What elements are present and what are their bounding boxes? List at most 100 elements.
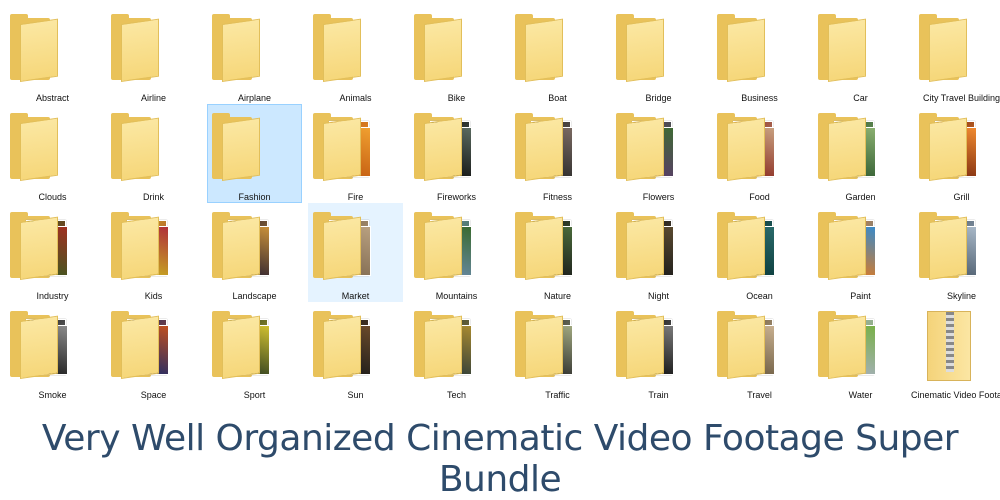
folder-icon [818,212,876,280]
folder-icon [616,212,674,280]
folder-icon [414,113,472,181]
folder-icon [414,311,472,379]
folder-item[interactable]: Mountains [409,203,504,302]
folder-item[interactable]: Travel [712,302,807,401]
folder-item[interactable]: Bridge [611,5,706,104]
folder-item[interactable]: Sport [207,302,302,401]
folder-label: Clouds [38,192,67,202]
folder-item[interactable]: Industry [5,203,100,302]
folder-icon [515,113,573,181]
folder-icon [313,212,371,280]
folder-icon [616,14,672,83]
folder-icon [212,311,270,379]
folder-label: Landscape [232,291,277,301]
folder-item[interactable]: Flowers [611,104,706,203]
folder-icon [515,14,571,83]
folder-icon [818,113,876,181]
folder-icon [414,14,470,83]
folder-label: Night [647,291,669,301]
folder-item[interactable]: Fireworks [409,104,504,203]
folder-item[interactable]: Airline [106,5,201,104]
folder-icon [616,311,674,379]
folder-icon [10,14,66,83]
folder-label: Animals [339,93,372,103]
zip-archive-icon [927,311,971,381]
folder-label: Industry [36,291,69,301]
folder-label: Grill [953,192,970,202]
folder-label: Garden [845,192,876,202]
folder-item[interactable]: Market [308,203,403,302]
folder-item[interactable]: Train [611,302,706,401]
folder-item[interactable]: Night [611,203,706,302]
folder-item[interactable]: Smoke [5,302,100,401]
folder-label: Fire [347,192,364,202]
folder-item[interactable]: Ocean [712,203,807,302]
folder-item[interactable]: City Travel Building [914,5,1000,104]
folder-item[interactable]: Traffic [510,302,605,401]
folder-item[interactable]: Water [813,302,908,401]
folder-icon [10,113,66,181]
folder-label: Traffic [545,390,570,400]
folder-label: Fitness [542,192,572,202]
folder-icon [818,311,876,379]
folder-item[interactable]: Business [712,5,807,104]
folder-icon [414,212,472,280]
folder-item[interactable]: Car [813,5,908,104]
folder-icon [717,14,773,83]
folder-icon [111,212,169,280]
folder-item[interactable]: Drink [106,104,201,203]
folder-item[interactable]: Fashion [207,104,302,203]
folder-label: Train [648,390,669,400]
folder-item[interactable]: Sun [308,302,403,401]
folder-label: Flowers [642,192,675,202]
folder-label: Abstract [35,93,69,103]
folder-label: Business [741,93,778,103]
folder-item[interactable]: Food [712,104,807,203]
folder-item[interactable]: Landscape [207,203,302,302]
folder-icon [919,212,977,280]
folder-item[interactable]: Airplane [207,5,302,104]
folder-item[interactable]: Cinematic Video Footage [911,302,1000,401]
folder-item[interactable]: Paint [813,203,908,302]
folder-label: City Travel Building [922,93,1000,103]
folder-item[interactable]: Space [106,302,201,401]
folder-item[interactable]: Animals [308,5,403,104]
folder-icon [111,311,169,379]
folder-label: Ocean [746,291,773,301]
folder-label: Bridge [645,93,672,103]
folder-item[interactable]: Fitness [510,104,605,203]
folder-item[interactable]: Bike [409,5,504,104]
folder-icon [10,311,68,379]
folder-label: Water [848,390,873,400]
folder-icon [212,212,270,280]
folder-item[interactable]: Skyline [914,203,1000,302]
folder-item[interactable]: Fire [308,104,403,203]
folder-label: Sun [347,390,364,400]
folder-label: Smoke [38,390,67,400]
folder-item[interactable]: Clouds [5,104,100,203]
folder-icon [111,113,167,181]
folder-icon [616,113,674,181]
folder-grid: Abstract Airline Airplane Animals Bike Boat Br… [0,5,1000,405]
folder-item[interactable]: Abstract [5,5,100,104]
folder-label: Market [341,291,370,301]
folder-label: Sport [243,390,266,400]
folder-icon [212,14,268,83]
folder-label: Bike [447,93,466,103]
folder-icon [919,113,977,181]
folder-item[interactable]: Boat [510,5,605,104]
folder-icon [515,212,573,280]
folder-item[interactable]: Tech [409,302,504,401]
folder-item[interactable]: Grill [914,104,1000,203]
folder-item[interactable]: Nature [510,203,605,302]
folder-icon [919,14,975,83]
folder-label: Tech [446,390,466,400]
folder-label: Skyline [946,291,976,301]
folder-label: Fashion [238,192,271,202]
folder-label: Cinematic Video Footage [911,390,1000,400]
folder-item[interactable]: Garden [813,104,908,203]
folder-label: Fireworks [436,192,476,202]
folder-icon [212,113,268,181]
folder-item[interactable]: Kids [106,203,201,302]
folder-label: Nature [543,291,571,301]
